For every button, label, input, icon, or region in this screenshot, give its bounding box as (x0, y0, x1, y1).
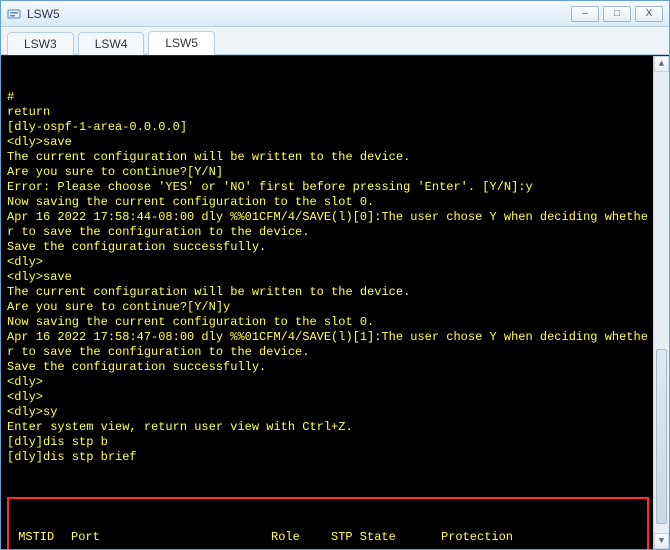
terminal-line: The current configuration will be writte… (7, 285, 649, 300)
stp-header-row: MSTID Port Role STP State Protection (11, 530, 645, 545)
terminal[interactable]: #return[dly-ospf-1-area-0.0.0.0]<dly>sav… (1, 55, 669, 549)
close-button[interactable]: X (635, 6, 663, 22)
terminal-line: Error: Please choose 'YES' or 'NO' first… (7, 180, 649, 195)
tab-lsw5[interactable]: LSW5 (148, 31, 215, 55)
stp-col-protection: Protection (441, 530, 541, 545)
tab-lsw3[interactable]: LSW3 (7, 32, 74, 55)
terminal-line: Apr 16 2022 17:58:47-08:00 dly %%01CFM/4… (7, 330, 649, 360)
window-title: LSW5 (27, 7, 60, 21)
terminal-line: Now saving the current configuration to … (7, 315, 649, 330)
stp-col-port: Port (71, 530, 271, 545)
stp-brief-box: MSTID Port Role STP State Protection 0 E… (7, 497, 649, 549)
terminal-line: Apr 16 2022 17:58:44-08:00 dly %%01CFM/4… (7, 210, 649, 240)
terminal-line: [dly]dis stp b (7, 435, 649, 450)
terminal-line: [dly-ospf-1-area-0.0.0.0] (7, 120, 649, 135)
terminal-line: return (7, 105, 649, 120)
terminal-line: <dly>sy (7, 405, 649, 420)
minimize-button[interactable]: – (571, 6, 599, 22)
terminal-line: The current configuration will be writte… (7, 150, 649, 165)
window-controls: – □ X (571, 6, 663, 22)
terminal-line: Save the configuration successfully. (7, 240, 649, 255)
terminal-line: <dly>save (7, 270, 649, 285)
terminal-line: <dly> (7, 255, 649, 270)
scroll-down-button[interactable]: ▼ (654, 533, 669, 549)
terminal-line: <dly> (7, 390, 649, 405)
app-icon (7, 7, 21, 21)
tabbar: LSW3 LSW4 LSW5 (1, 27, 669, 55)
terminal-output: #return[dly-ospf-1-area-0.0.0.0]<dly>sav… (7, 90, 649, 465)
terminal-line: Enter system view, return user view with… (7, 420, 649, 435)
stp-col-state: STP State (331, 530, 441, 545)
terminal-line: Are you sure to continue?[Y/N] (7, 165, 649, 180)
terminal-line: <dly> (7, 375, 649, 390)
terminal-line: <dly>save (7, 135, 649, 150)
terminal-line: Save the configuration successfully. (7, 360, 649, 375)
app-window: LSW5 – □ X LSW3 LSW4 LSW5 #return[dly-os… (0, 0, 670, 550)
terminal-line: [dly]dis stp brief (7, 450, 649, 465)
maximize-button[interactable]: □ (603, 6, 631, 22)
scroll-up-button[interactable]: ▲ (654, 56, 669, 72)
terminal-line: Are you sure to continue?[Y/N]y (7, 300, 649, 315)
scroll-thumb[interactable] (656, 349, 667, 524)
stp-col-mstid: MSTID (11, 530, 71, 545)
scrollbar[interactable]: ▲ ▼ (653, 56, 669, 549)
titlebar: LSW5 – □ X (1, 1, 669, 27)
terminal-line: # (7, 90, 649, 105)
tab-lsw4[interactable]: LSW4 (78, 32, 145, 55)
stp-col-role: Role (271, 530, 331, 545)
scroll-track[interactable] (654, 72, 669, 533)
terminal-line: Now saving the current configuration to … (7, 195, 649, 210)
